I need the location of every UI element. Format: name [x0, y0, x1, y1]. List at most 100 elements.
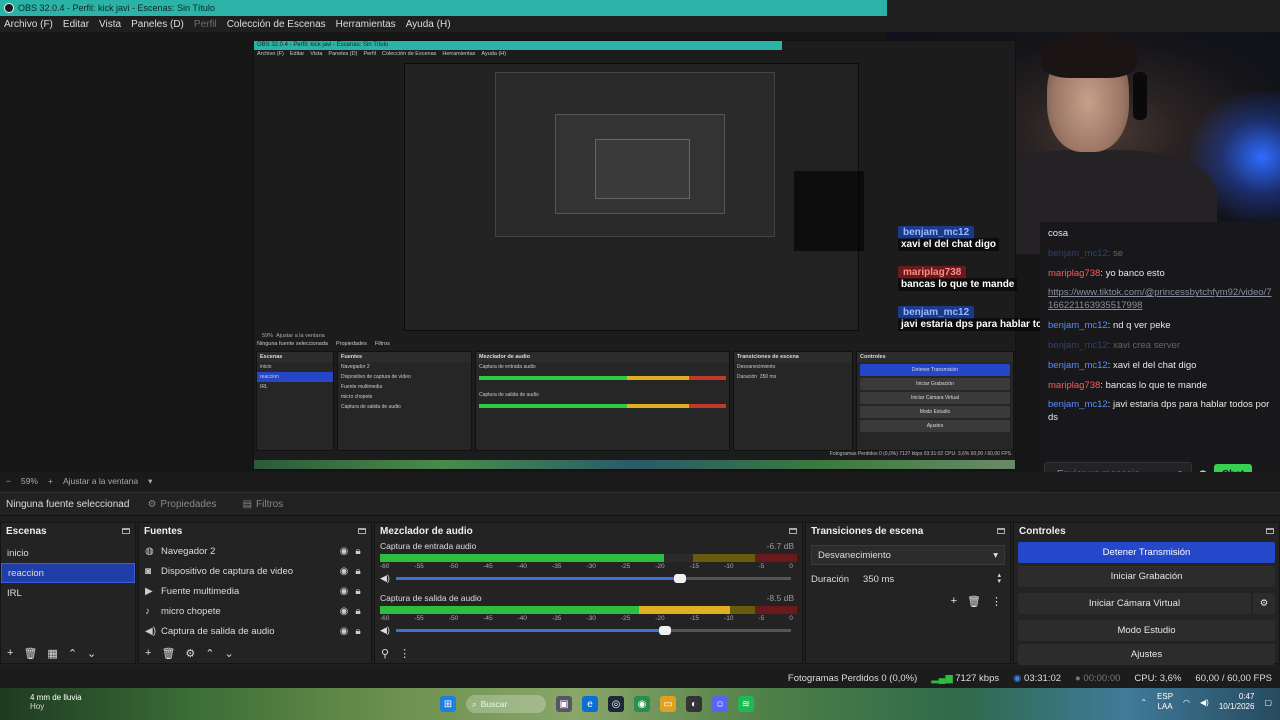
nested-webcam	[794, 171, 864, 251]
scenes-dock: Escenas inicio reaccion IRL + 🗑 ▦ ⌃ ⌄	[0, 522, 136, 664]
volume-fader[interactable]	[396, 626, 791, 635]
duration-input[interactable]: 350 ms ▴ ▾	[859, 569, 1005, 589]
notification-icon[interactable]: ▢	[1264, 698, 1272, 707]
lock-icon[interactable]: 🔒︎	[351, 546, 365, 557]
eye-icon[interactable]: ◉	[337, 626, 351, 637]
zoom-in-button[interactable]: +	[48, 476, 53, 486]
menu-paneles[interactable]: Paneles (D)	[131, 19, 184, 30]
windows-start-icon[interactable]: ⊞	[440, 696, 456, 712]
chat-link[interactable]: https://www.tiktok.com/@princessbytchfym…	[1048, 287, 1271, 311]
dock-header: Transiciones de escena	[806, 523, 1010, 539]
cpu-usage: CPU: 3,6%	[1134, 672, 1182, 684]
fader-knob[interactable]	[658, 626, 671, 635]
menu-vista[interactable]: Vista	[99, 19, 121, 30]
chevron-down-icon[interactable]: ▾	[148, 476, 152, 487]
discord-icon[interactable]: ☺	[712, 696, 728, 712]
chrome-icon[interactable]: ◉	[634, 696, 650, 712]
clock[interactable]: 0:47 10/1/2026	[1219, 692, 1255, 712]
source-item[interactable]: ▶ Fuente multimedia ◉ 🔒︎	[139, 581, 371, 601]
volume-fader[interactable]	[396, 574, 791, 583]
task-view-icon[interactable]: ▣	[556, 696, 572, 712]
volume-icon[interactable]: ◀)	[380, 625, 390, 636]
eye-icon[interactable]: ◉	[337, 586, 351, 597]
meter-level	[380, 554, 664, 562]
gear-icon[interactable]: ⚙	[185, 647, 195, 660]
chevron-up-icon[interactable]: ⌃	[205, 647, 214, 660]
menu-perfil[interactable]: Perfil	[194, 19, 217, 30]
scenes-title: Escenas	[6, 525, 47, 537]
obs-taskbar-icon[interactable]: ◐	[686, 696, 702, 712]
lock-icon[interactable]: 🔒︎	[351, 586, 365, 597]
no-source-label: Ninguna fuente seleccionad	[6, 498, 130, 510]
nested-menu-item: Vista	[310, 51, 323, 57]
language-indicator[interactable]: ESP LAA	[1157, 692, 1173, 711]
more-options-icon[interactable]: ⋮	[399, 647, 410, 660]
menu-archivo[interactable]: Archivo (F)	[4, 19, 53, 30]
start-virtual-camera-button[interactable]: Iniciar Cámara Virtual	[1018, 593, 1251, 614]
file-explorer-icon[interactable]: ▭	[660, 696, 676, 712]
weather-widget[interactable]: 4 mm de lluvia Hoy	[30, 693, 82, 711]
studio-mode-button[interactable]: Modo Estudio	[1018, 620, 1275, 641]
menu-editar[interactable]: Editar	[63, 19, 89, 30]
steam-icon[interactable]: ◎	[608, 696, 624, 712]
stop-streaming-button[interactable]: Detener Transmisión	[1018, 542, 1275, 563]
virtual-camera-gear-icon[interactable]: ⚙	[1253, 593, 1275, 614]
spotify-icon[interactable]: ≋	[738, 696, 754, 712]
add-icon[interactable]: +	[951, 595, 957, 608]
source-item[interactable]: ◍ Navegador 2 ◉ 🔒︎	[139, 541, 371, 561]
eye-icon[interactable]: ◉	[337, 606, 351, 617]
gear-icon: ⚙	[147, 498, 157, 510]
zoom-fit-select[interactable]: Ajustar a la ventana	[63, 476, 138, 486]
source-item[interactable]: ♪ micro chopete ◉ 🔒︎	[139, 601, 371, 621]
settings-button[interactable]: Ajustes	[1018, 644, 1275, 665]
controls-dock: Controles Detener Transmisión Iniciar Gr…	[1013, 522, 1280, 665]
lock-icon[interactable]: 🔒︎	[351, 566, 365, 577]
chevron-up-icon[interactable]: ⌃	[68, 647, 77, 660]
trash-icon[interactable]: 🗑	[23, 647, 37, 660]
add-icon[interactable]: +	[7, 647, 13, 659]
fader-knob[interactable]	[674, 574, 687, 583]
filters-button[interactable]: ▤ Filtros	[235, 496, 292, 513]
trash-icon[interactable]: 🗑	[967, 595, 981, 608]
scene-item[interactable]: reaccion	[1, 563, 135, 583]
source-item[interactable]: ◀) Captura de salida de audio ◉ 🔒︎	[139, 621, 371, 641]
volume-icon[interactable]: ◀)	[380, 573, 390, 584]
transitions-title: Transiciones de escena	[811, 525, 924, 537]
eye-icon[interactable]: ◉	[337, 566, 351, 577]
maximize-icon[interactable]	[789, 528, 797, 534]
chevron-down-icon[interactable]: ⌄	[225, 647, 234, 660]
menu-coleccion-escenas[interactable]: Colección de Escenas	[227, 19, 326, 30]
start-recording-button[interactable]: Iniciar Grabación	[1018, 566, 1275, 587]
lock-icon[interactable]: 🔒︎	[351, 606, 365, 617]
eye-icon[interactable]: ◉	[337, 546, 351, 557]
program-preview[interactable]: OBS 32.0.4 - Perfil: kick javi - Escenas…	[0, 32, 1280, 504]
menu-herramientas[interactable]: Herramientas	[336, 19, 396, 30]
maximize-icon[interactable]	[358, 528, 366, 534]
advanced-audio-icon[interactable]: ⚲	[381, 647, 389, 660]
scene-item[interactable]: inicio	[1, 543, 135, 563]
more-options-icon[interactable]: ⋮	[991, 595, 1002, 608]
trash-icon[interactable]: 🗑	[161, 647, 175, 660]
properties-button[interactable]: ⚙ Propiedades	[139, 496, 224, 513]
volume-meter	[380, 606, 797, 614]
mixer-title: Mezclador de audio	[380, 525, 473, 537]
chat-line: mariplag738: bancas lo que te mande	[1048, 379, 1207, 391]
stepper-icon[interactable]: ▴ ▾	[997, 572, 1001, 586]
taskbar-search[interactable]: ⌕ Buscar	[466, 695, 546, 713]
maximize-icon[interactable]	[997, 528, 1005, 534]
chevron-up-icon[interactable]: ⌃	[1140, 698, 1147, 707]
maximize-icon[interactable]	[122, 528, 130, 534]
lock-icon[interactable]: 🔒︎	[351, 626, 365, 637]
maximize-icon[interactable]	[1266, 528, 1274, 534]
zoom-out-button[interactable]: −	[6, 476, 11, 486]
edge-icon[interactable]: e	[582, 696, 598, 712]
scene-item[interactable]: IRL	[1, 583, 135, 603]
wifi-icon[interactable]: ◠	[1183, 698, 1190, 707]
speaker-icon[interactable]: ◀)	[1200, 698, 1209, 707]
source-item[interactable]: ◙ Dispositivo de captura de video ◉ 🔒︎	[139, 561, 371, 581]
filter-icon[interactable]: ▦	[47, 647, 57, 660]
transition-select[interactable]: Desvanecimiento ▾	[811, 545, 1005, 565]
add-icon[interactable]: +	[145, 647, 151, 659]
chevron-down-icon[interactable]: ⌄	[87, 647, 96, 660]
menu-ayuda[interactable]: Ayuda (H)	[406, 19, 451, 30]
